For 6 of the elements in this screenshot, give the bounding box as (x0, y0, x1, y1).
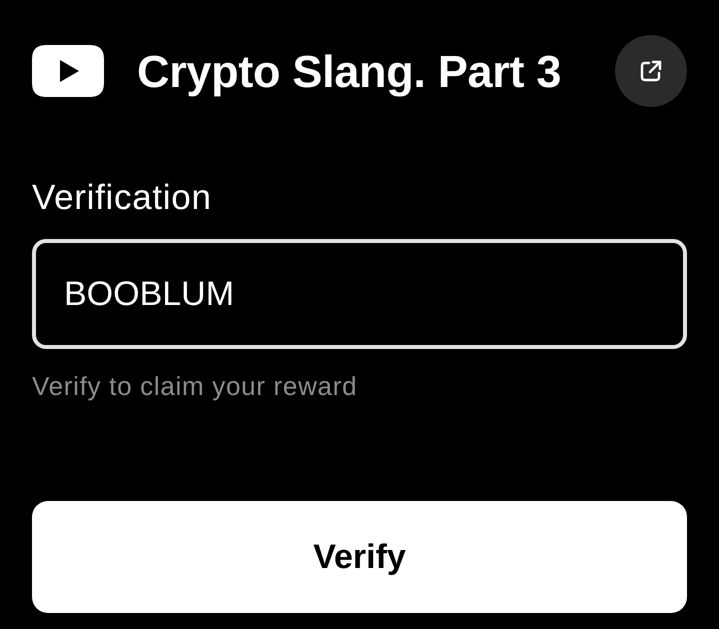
verify-button[interactable]: Verify (32, 501, 687, 613)
play-logo-icon (32, 45, 104, 97)
external-link-icon (640, 60, 662, 82)
verification-label: Verification (32, 180, 212, 215)
verification-input[interactable]: BOOBLUM (32, 239, 687, 349)
hint-text: Verify to claim your reward (32, 373, 358, 399)
